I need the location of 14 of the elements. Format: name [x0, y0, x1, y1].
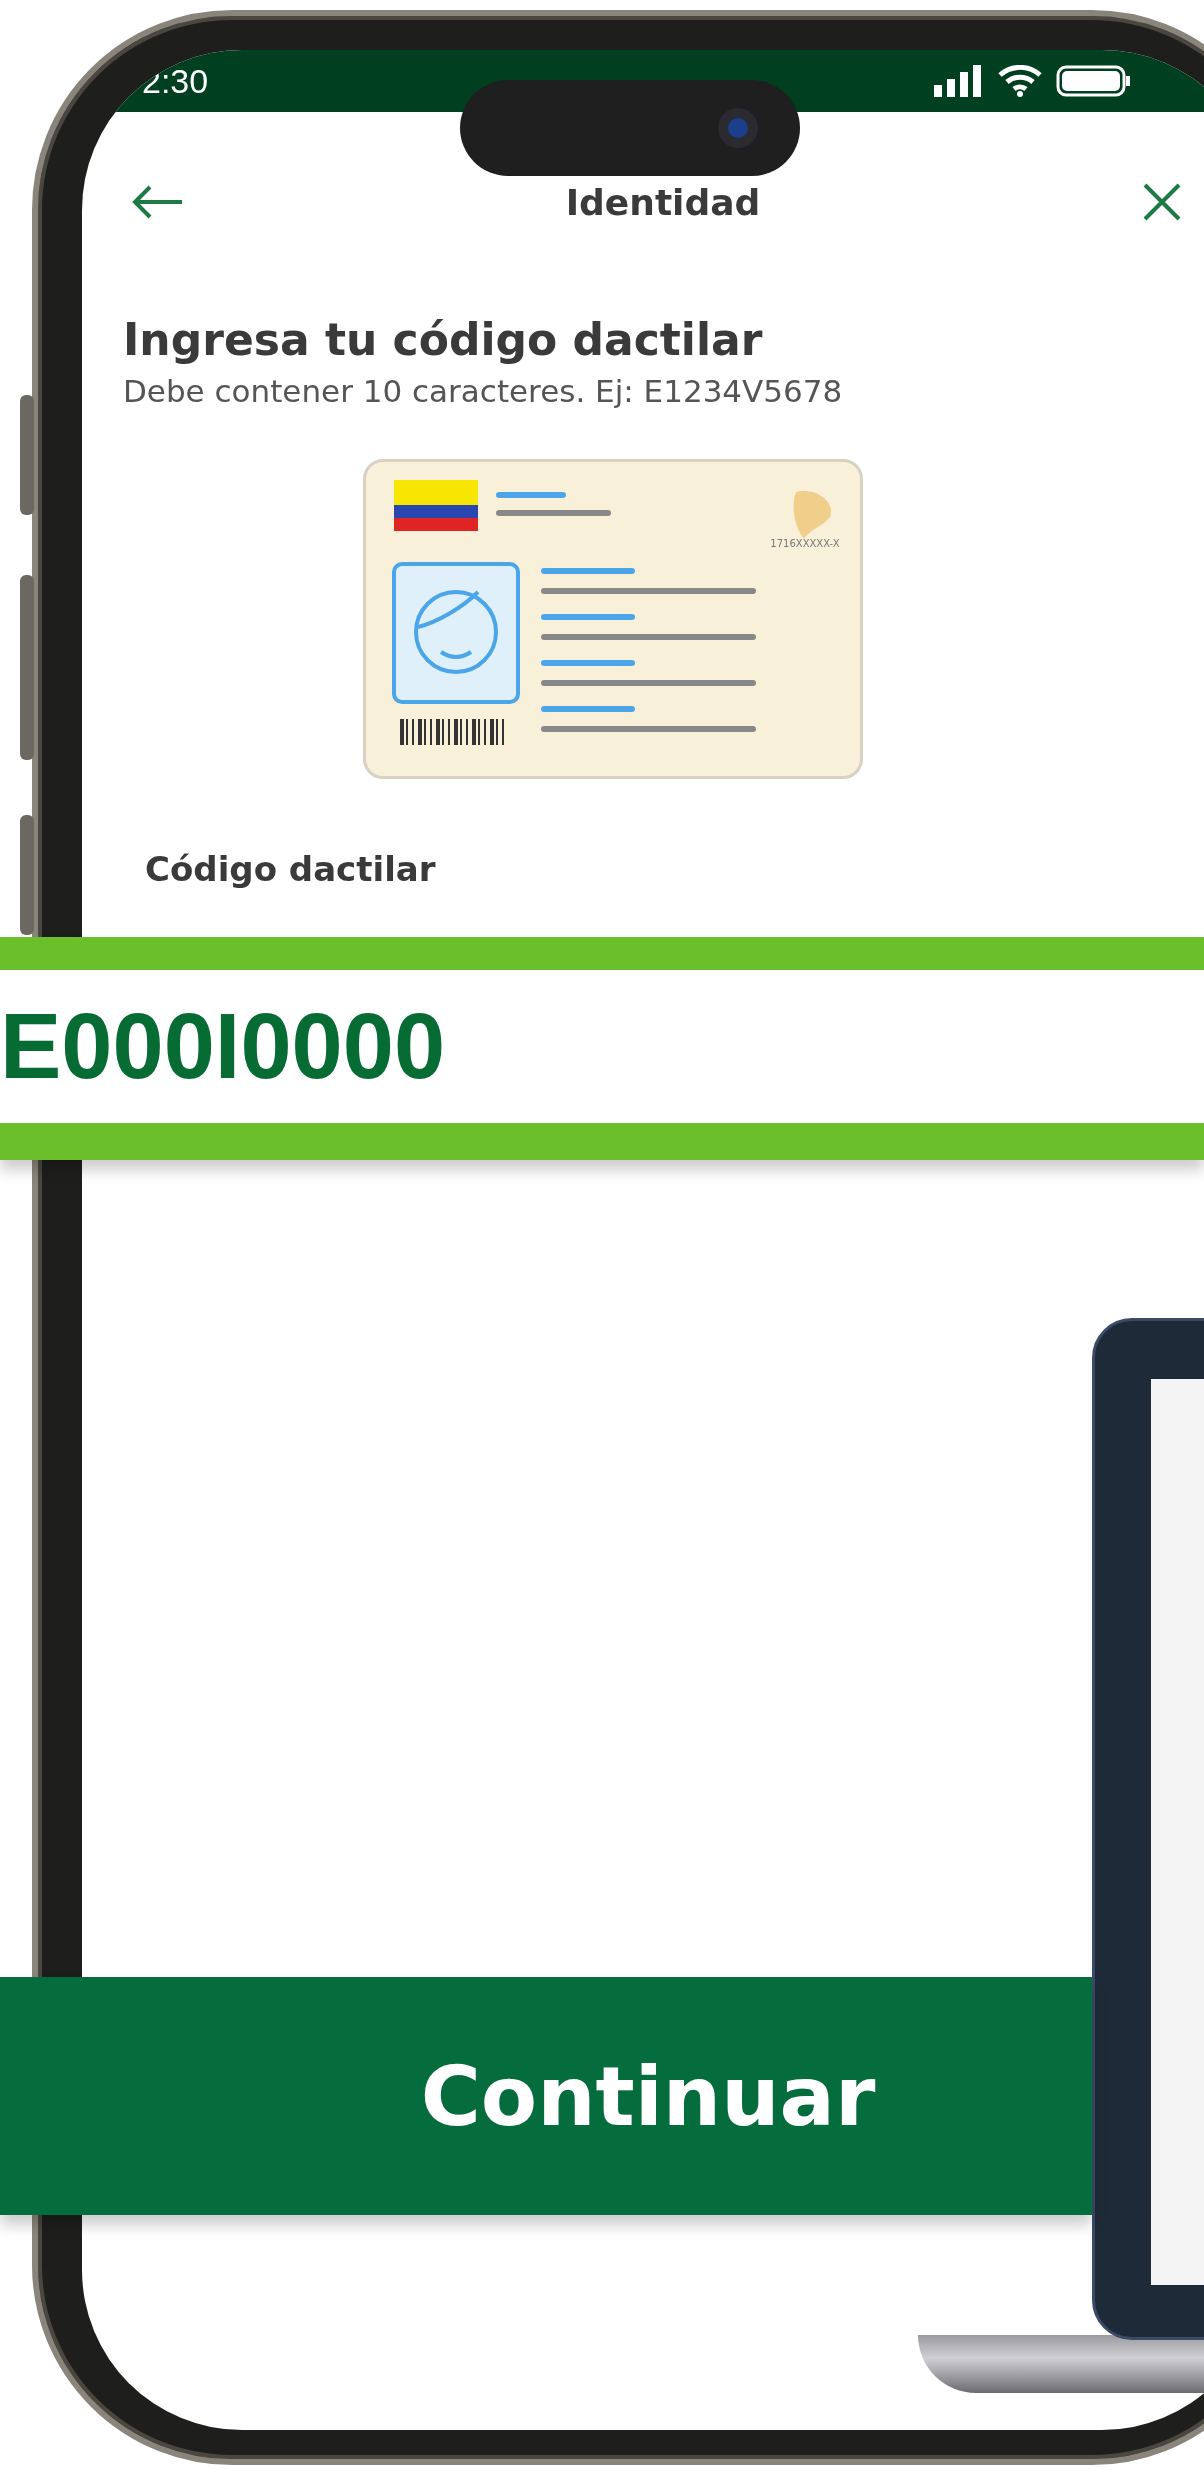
- code-value: E000I0000: [0, 994, 446, 1099]
- field-label: Código dactilar: [145, 849, 437, 889]
- screen-title: Identidad: [565, 181, 761, 223]
- wifi-icon: [998, 65, 1042, 97]
- card-number: 1716XXXXX-X: [770, 538, 840, 549]
- continue-button[interactable]: Continuar: [0, 1977, 1092, 2215]
- battery-icon: [1056, 65, 1132, 97]
- hint-text: Debe contener 10 caracteres. Ej: E1234V5678: [123, 373, 844, 409]
- code-input-field[interactable]: E000I0000: [0, 937, 1204, 1160]
- back-arrow-icon[interactable]: [132, 184, 184, 220]
- signal-icon: [934, 65, 984, 97]
- heading: Ingresa tu código dactilar: [123, 314, 764, 365]
- camera-icon: [716, 106, 760, 150]
- close-icon[interactable]: [1142, 182, 1182, 222]
